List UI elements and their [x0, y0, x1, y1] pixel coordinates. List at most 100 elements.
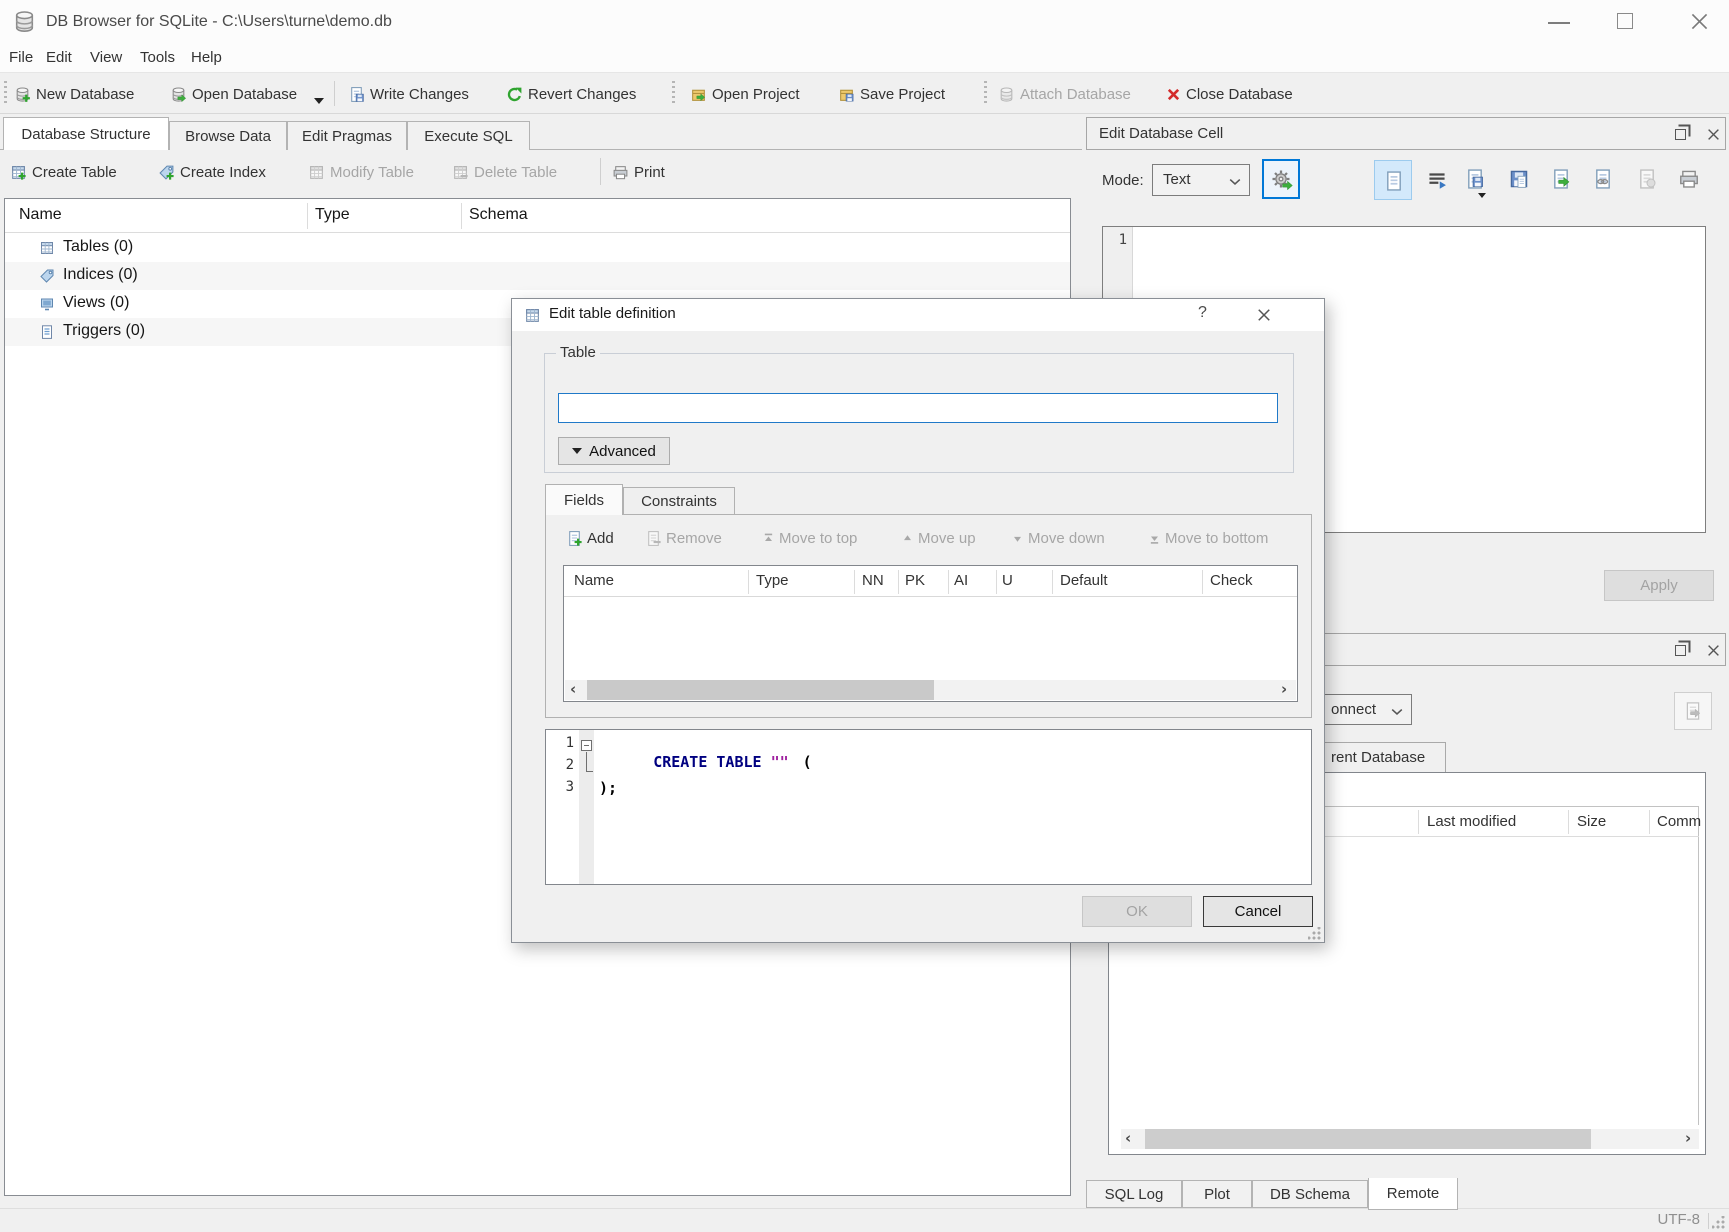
- float-panel-icon[interactable]: [1675, 645, 1686, 656]
- remove-field-label: Remove: [666, 530, 722, 547]
- create-index-button[interactable]: Create Index: [158, 160, 266, 184]
- remote-hscrollbar[interactable]: ‹ ›: [1121, 1129, 1699, 1149]
- remote-column-separator: [1418, 810, 1419, 834]
- tree-column-schema[interactable]: Schema: [469, 206, 528, 224]
- scroll-left-icon[interactable]: ‹: [570, 680, 576, 698]
- move-down-label: Move down: [1028, 530, 1105, 547]
- window-resize-grip[interactable]: [1712, 1216, 1725, 1229]
- dialog-title-bar[interactable]: Edit table definition ?: [512, 299, 1324, 331]
- save-project-icon: [838, 86, 855, 103]
- scroll-left-icon[interactable]: ‹: [1125, 1129, 1131, 1147]
- close-button[interactable]: [1680, 0, 1724, 44]
- create-table-button[interactable]: Create Table: [10, 160, 117, 184]
- image-link-icon[interactable]: [1592, 168, 1614, 190]
- col-ai[interactable]: AI: [954, 572, 968, 589]
- tab-database-structure[interactable]: Database Structure: [3, 117, 169, 150]
- tree-row-tables[interactable]: Tables (0): [5, 234, 1070, 262]
- fields-grid-hscrollbar[interactable]: ‹ ›: [565, 680, 1296, 700]
- delete-table-icon: [452, 164, 469, 181]
- minimize-button[interactable]: [1540, 0, 1580, 44]
- col-pk[interactable]: PK: [905, 572, 925, 589]
- dialog-tab-fields[interactable]: Fields: [545, 484, 623, 515]
- col-default[interactable]: Default: [1060, 572, 1108, 589]
- mode-select[interactable]: Text: [1152, 164, 1250, 196]
- toolbar-drag-handle[interactable]: [672, 81, 675, 106]
- tab-remote[interactable]: Remote: [1368, 1178, 1458, 1210]
- menu-file[interactable]: File: [9, 49, 33, 66]
- float-panel-icon[interactable]: [1675, 129, 1686, 140]
- open-project-button[interactable]: Open Project: [690, 82, 800, 106]
- export-data-icon[interactable]: [1508, 168, 1530, 190]
- dialog-close-icon[interactable]: [1257, 308, 1271, 322]
- scrollbar-thumb[interactable]: [587, 680, 934, 700]
- create-table-label: Create Table: [32, 164, 117, 181]
- main-toolbar: New Database Open Database Write Changes…: [0, 72, 1729, 114]
- tree-row-indices[interactable]: Indices (0): [5, 262, 1070, 290]
- print-button[interactable]: Print: [612, 160, 665, 184]
- close-database-button[interactable]: Close Database: [1166, 82, 1293, 106]
- toolbar-drag-handle[interactable]: [984, 81, 987, 106]
- text-mode-button[interactable]: [1374, 160, 1412, 200]
- encoding-indicator[interactable]: UTF-8: [1600, 1211, 1700, 1228]
- open-database-button[interactable]: Open Database: [170, 82, 297, 106]
- dialog-tab-constraints[interactable]: Constraints: [623, 487, 735, 515]
- text-document-icon: [1383, 170, 1405, 192]
- maximize-button[interactable]: [1608, 0, 1648, 44]
- dialog-resize-grip[interactable]: [1308, 927, 1321, 940]
- col-nn[interactable]: NN: [862, 572, 884, 589]
- col-u[interactable]: U: [1002, 572, 1013, 589]
- grid-column-separator: [1202, 570, 1203, 594]
- import-data-icon[interactable]: [1464, 168, 1486, 190]
- minimize-icon: [1548, 22, 1570, 24]
- tab-browse-data[interactable]: Browse Data: [169, 121, 287, 150]
- remote-column-commit[interactable]: Comm: [1657, 813, 1701, 830]
- tab-edit-pragmas[interactable]: Edit Pragmas: [287, 121, 407, 150]
- revert-changes-icon: [506, 86, 523, 103]
- tab-db-schema[interactable]: DB Schema: [1252, 1180, 1368, 1208]
- open-database-menu-arrow[interactable]: [314, 98, 324, 104]
- new-database-button[interactable]: New Database: [14, 82, 134, 106]
- menu-tools[interactable]: Tools: [140, 49, 175, 66]
- tab-execute-sql[interactable]: Execute SQL: [407, 121, 530, 150]
- menu-help[interactable]: Help: [191, 49, 222, 66]
- write-changes-button[interactable]: Write Changes: [348, 82, 469, 106]
- open-in-external-icon[interactable]: [1550, 168, 1572, 190]
- col-name[interactable]: Name: [574, 572, 614, 589]
- remote-column-last-modified[interactable]: Last modified: [1427, 813, 1516, 830]
- remote-column-size[interactable]: Size: [1577, 813, 1606, 830]
- advanced-button[interactable]: Advanced: [558, 437, 670, 465]
- create-index-icon: [158, 164, 175, 181]
- dialog-help-button[interactable]: ?: [1198, 304, 1207, 322]
- auto-apply-button[interactable]: [1262, 159, 1300, 199]
- save-project-button[interactable]: Save Project: [838, 82, 945, 106]
- cancel-button[interactable]: Cancel: [1203, 896, 1313, 927]
- col-check[interactable]: Check: [1210, 572, 1253, 589]
- revert-changes-button[interactable]: Revert Changes: [506, 82, 636, 106]
- toolbar-drag-handle[interactable]: [4, 81, 7, 106]
- scroll-right-icon[interactable]: ›: [1685, 1129, 1691, 1147]
- add-field-button[interactable]: Add: [566, 526, 614, 550]
- open-database-label: Open Database: [192, 86, 297, 103]
- fold-marker-icon[interactable]: [581, 740, 592, 751]
- tree-column-name[interactable]: Name: [19, 206, 62, 224]
- close-panel-icon[interactable]: [1707, 644, 1720, 657]
- table-name-input[interactable]: [558, 393, 1278, 423]
- sql-preview[interactable]: 1 2 3 CREATE TABLE""( );: [545, 729, 1312, 885]
- tree-column-type[interactable]: Type: [315, 206, 350, 224]
- sql-table-name-literal: "": [771, 753, 789, 771]
- scroll-right-icon[interactable]: ›: [1281, 680, 1287, 698]
- print-label: Print: [634, 164, 665, 181]
- tab-plot[interactable]: Plot: [1182, 1180, 1252, 1208]
- move-to-bottom-label: Move to bottom: [1165, 530, 1268, 547]
- menu-edit[interactable]: Edit: [46, 49, 72, 66]
- import-menu-arrow[interactable]: [1478, 193, 1486, 198]
- print-cell-icon[interactable]: [1678, 168, 1700, 190]
- scrollbar-thumb[interactable]: [1145, 1129, 1591, 1149]
- col-type[interactable]: Type: [756, 572, 789, 589]
- close-panel-icon[interactable]: [1707, 128, 1720, 141]
- tab-sql-log[interactable]: SQL Log: [1086, 1180, 1182, 1208]
- word-wrap-icon[interactable]: [1426, 169, 1448, 191]
- menu-view[interactable]: View: [90, 49, 122, 66]
- modify-table-button: Modify Table: [308, 160, 414, 184]
- revert-changes-label: Revert Changes: [528, 86, 636, 103]
